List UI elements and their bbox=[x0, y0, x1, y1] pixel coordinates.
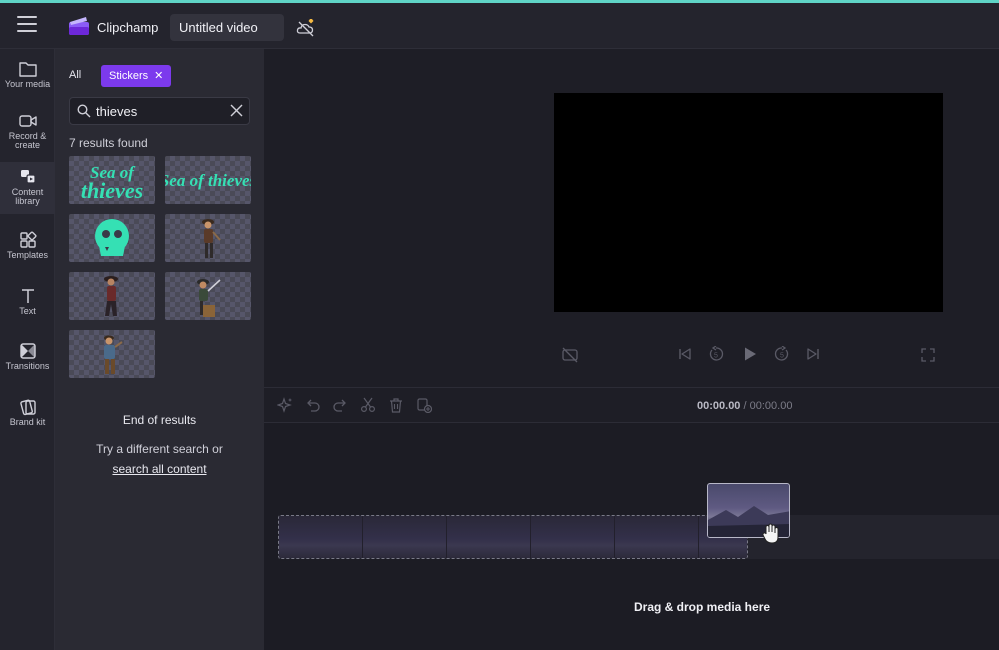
try-different-search: Try a different search or bbox=[96, 442, 223, 456]
trash-icon[interactable] bbox=[388, 397, 404, 413]
timecode-display: 00:00.00 / 00:00.00 bbox=[697, 400, 792, 412]
drop-zone-placeholder[interactable] bbox=[278, 515, 748, 559]
results-count: 7 results found bbox=[69, 136, 148, 150]
sticker-pirate-character-3[interactable] bbox=[165, 272, 251, 320]
timeline-area: Drag & drop media here bbox=[264, 423, 999, 650]
brand-name: Clipchamp bbox=[97, 20, 159, 35]
nav-templates[interactable]: Templates bbox=[0, 225, 55, 277]
nav-your-media[interactable]: Your media bbox=[0, 54, 55, 106]
nav-brand-kit[interactable]: Brand kit bbox=[0, 392, 55, 444]
undo-icon[interactable] bbox=[305, 397, 321, 413]
clear-search-icon[interactable] bbox=[230, 104, 243, 117]
folder-icon bbox=[18, 62, 37, 77]
content-library-icon bbox=[20, 170, 36, 184]
svg-text:5: 5 bbox=[780, 353, 784, 360]
total-time: / 00:00.00 bbox=[743, 400, 793, 412]
skip-forward-icon[interactable] bbox=[806, 347, 820, 361]
sticker-pirate-character-2[interactable] bbox=[69, 272, 155, 320]
brand-kit-icon bbox=[19, 399, 36, 416]
close-icon[interactable]: ✕ bbox=[154, 70, 163, 82]
nav-content-library[interactable]: Content library bbox=[0, 162, 55, 214]
forward-5s-icon[interactable]: 5 bbox=[774, 346, 790, 362]
play-icon[interactable] bbox=[742, 346, 758, 362]
nav-text[interactable]: Text bbox=[0, 281, 55, 333]
search-box bbox=[69, 97, 250, 125]
filmstrip-frame bbox=[615, 516, 699, 558]
drop-media-hint: Drag & drop media here bbox=[634, 600, 771, 614]
nav-record-create[interactable]: Record & create bbox=[0, 106, 55, 158]
filmstrip-frame bbox=[531, 516, 615, 558]
search-all-content-link[interactable]: search all content bbox=[55, 462, 264, 476]
nav-label: Brand kit bbox=[9, 417, 46, 427]
nav-label: Your media bbox=[4, 79, 51, 89]
filter-stickers-chip[interactable]: Stickers ✕ bbox=[101, 65, 172, 87]
svg-text:Sea of thieves: Sea of thieves bbox=[165, 171, 251, 190]
grab-hand-cursor-icon bbox=[762, 523, 779, 544]
end-of-results: End of results bbox=[122, 413, 197, 427]
filter-stickers-label: Stickers bbox=[109, 70, 149, 82]
content-library-panel: All Stickers ✕ 7 results found Sea of thi… bbox=[55, 49, 264, 650]
magic-sparkle-icon[interactable] bbox=[277, 397, 293, 413]
left-navigation: Your media Record & create Content libra… bbox=[0, 49, 55, 650]
sticker-pirate-character-4[interactable] bbox=[69, 330, 155, 378]
search-icon bbox=[77, 104, 91, 118]
filmstrip-frame bbox=[363, 516, 447, 558]
nav-label: Transitions bbox=[5, 361, 50, 371]
current-time: 00:00.00 bbox=[697, 400, 741, 412]
preview-area: 5 5 bbox=[264, 49, 999, 387]
search-input[interactable] bbox=[96, 102, 221, 120]
duplicate-icon[interactable] bbox=[416, 397, 432, 413]
nav-label: Record & create bbox=[8, 131, 47, 150]
cloud-off-premium-icon[interactable] bbox=[296, 18, 316, 38]
nav-label: Templates bbox=[6, 250, 49, 260]
text-icon bbox=[21, 289, 34, 303]
nav-label: Content library bbox=[11, 187, 44, 206]
video-preview-canvas bbox=[554, 93, 943, 312]
camera-icon bbox=[18, 115, 37, 127]
top-bar: Clipchamp Untitled video bbox=[0, 3, 999, 49]
skip-back-icon[interactable] bbox=[678, 347, 692, 361]
clipchamp-logo-icon bbox=[69, 17, 89, 35]
fullscreen-icon[interactable] bbox=[921, 348, 935, 362]
menu-icon[interactable] bbox=[17, 16, 37, 32]
project-title-input[interactable]: Untitled video bbox=[170, 14, 284, 41]
captions-off-icon[interactable] bbox=[562, 347, 578, 363]
timeline-toolbar: 00:00.00 / 00:00.00 bbox=[264, 387, 999, 423]
filter-all[interactable]: All bbox=[69, 69, 81, 81]
clipchamp-app: Clipchamp Untitled video Your media Reco… bbox=[0, 0, 999, 650]
templates-icon bbox=[19, 231, 37, 248]
nav-label: Text bbox=[19, 306, 36, 316]
filmstrip-frame bbox=[447, 516, 531, 558]
redo-icon[interactable] bbox=[332, 397, 348, 413]
rewind-5s-icon[interactable]: 5 bbox=[708, 346, 724, 362]
transitions-icon bbox=[19, 343, 36, 359]
nav-transitions[interactable]: Transitions bbox=[0, 336, 55, 388]
svg-text:5: 5 bbox=[714, 353, 718, 360]
sticker-sea-of-thieves-skull[interactable] bbox=[69, 214, 155, 262]
svg-text:thieves: thieves bbox=[81, 178, 143, 203]
sticker-sea-of-thieves-logo-wide[interactable]: Sea of thieves bbox=[165, 156, 251, 204]
sticker-sea-of-thieves-logo-stacked[interactable]: Sea of thieves bbox=[69, 156, 155, 204]
scissors-icon[interactable] bbox=[360, 397, 376, 413]
filmstrip-frame bbox=[279, 516, 363, 558]
sticker-pirate-character-1[interactable] bbox=[165, 214, 251, 262]
